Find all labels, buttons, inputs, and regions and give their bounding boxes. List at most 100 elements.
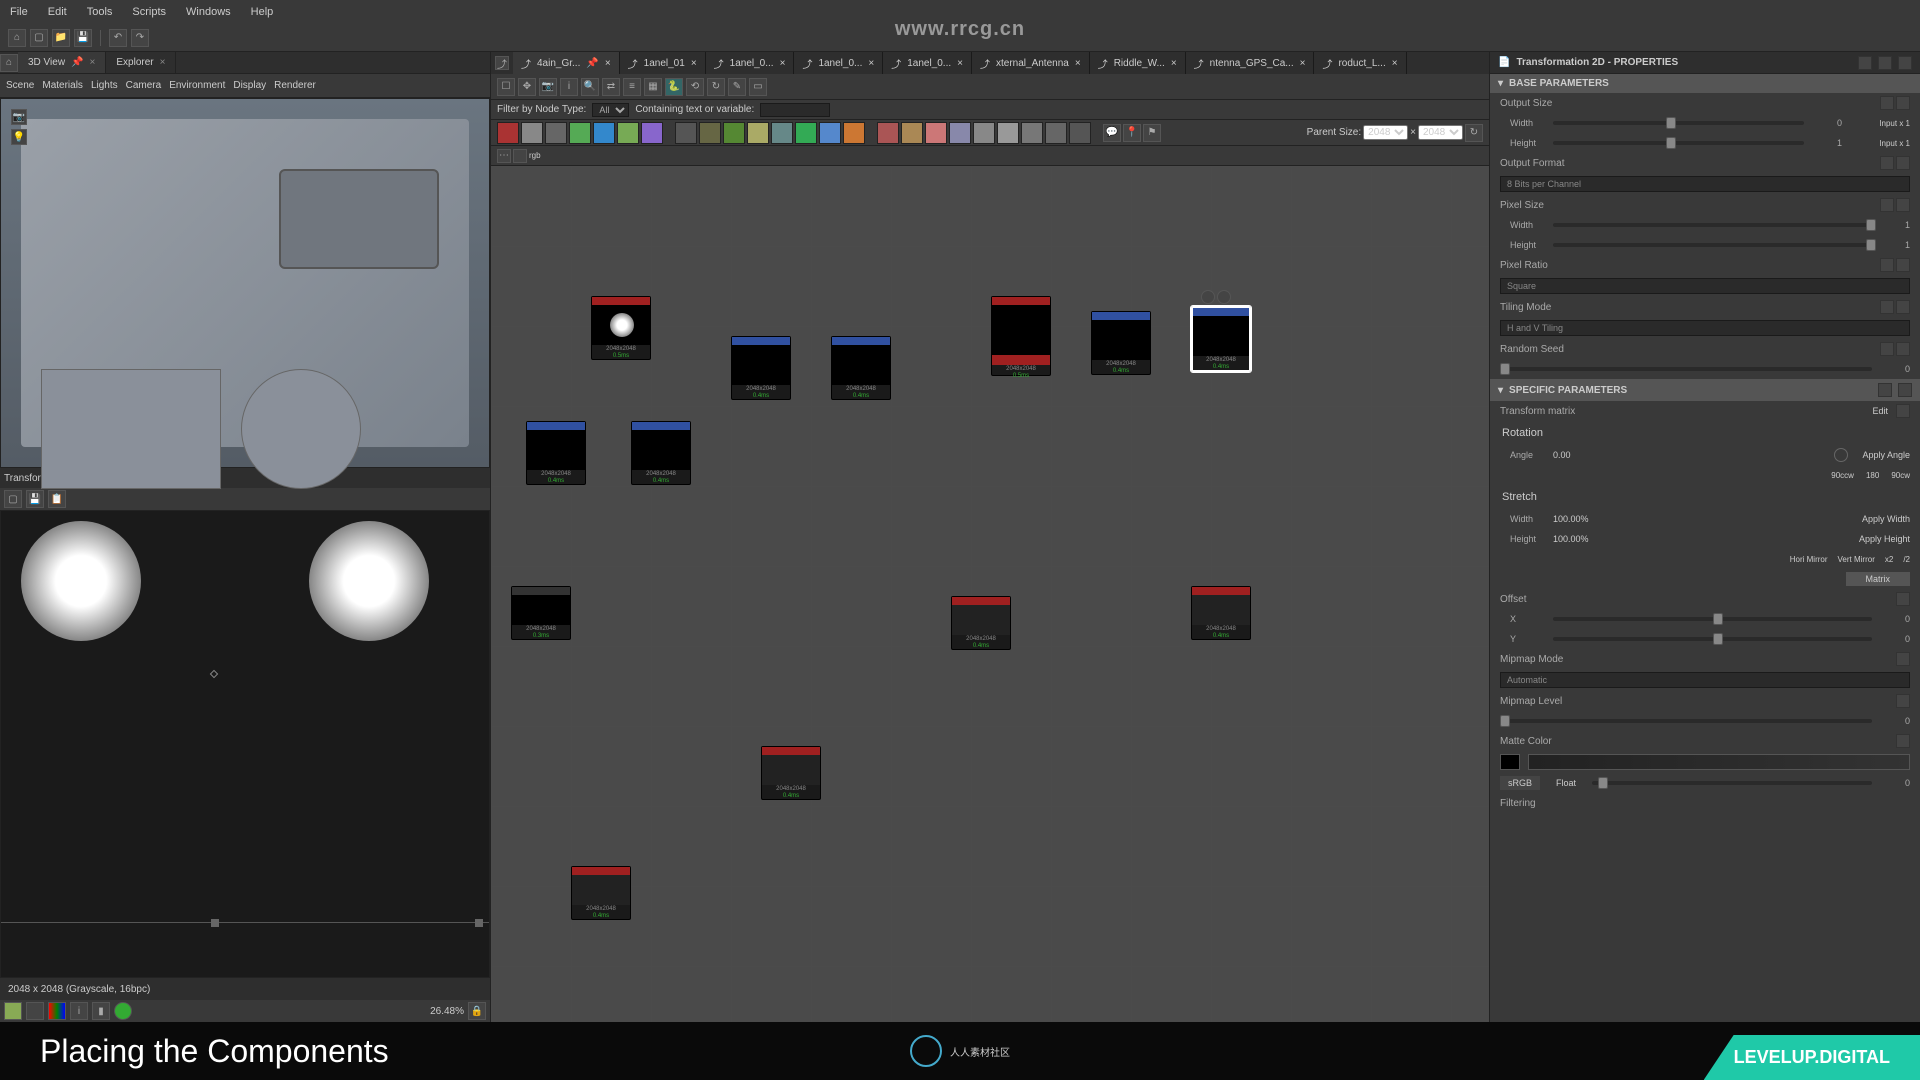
tab-3dview[interactable]: 3D View📌× <box>18 52 106 73</box>
python-icon[interactable]: 🐍 <box>665 78 683 96</box>
palette-btn[interactable] <box>877 122 899 144</box>
edit-link[interactable]: Edit <box>1872 406 1888 416</box>
graph-tab-5[interactable]: ⤴xternal_Antenna× <box>972 52 1090 74</box>
copy-icon[interactable] <box>1878 383 1892 397</box>
link-icon[interactable] <box>1880 96 1894 110</box>
channels-icon[interactable] <box>48 1002 66 1020</box>
btn-d2[interactable]: /2 <box>1903 555 1910 564</box>
info-icon[interactable]: i <box>560 78 578 96</box>
section-specific[interactable]: ▾SPECIFIC PARAMETERS <box>1490 379 1920 401</box>
height-slider[interactable] <box>1553 141 1804 145</box>
btn-vert-mirror[interactable]: Vert Mirror <box>1838 555 1875 564</box>
view-camera[interactable]: Camera <box>126 80 162 91</box>
format-dropdown[interactable]: 8 Bits per Channel <box>1500 176 1910 192</box>
apply-height-button[interactable]: Apply Height <box>1859 534 1910 544</box>
node-shape[interactable]: 2048x20480.5ms <box>591 296 651 360</box>
palette-btn[interactable] <box>973 122 995 144</box>
node-blend[interactable]: 2048x20480.3ms <box>511 586 571 640</box>
node-material[interactable]: 2048x20480.5ms <box>991 296 1051 376</box>
viewport-2d[interactable] <box>0 510 490 978</box>
palette-btn[interactable] <box>675 122 697 144</box>
graph-tab-1[interactable]: ⤴1anel_01× <box>620 52 706 74</box>
link-icon[interactable] <box>1880 156 1894 170</box>
open-icon[interactable]: 📁 <box>52 29 70 47</box>
apply-width-button[interactable]: Apply Width <box>1862 514 1910 524</box>
share-icon[interactable]: ⤴ <box>495 56 509 70</box>
graph-tab-7[interactable]: ⤴ntenna_GPS_Ca...× <box>1186 52 1315 74</box>
width-slider[interactable] <box>1553 121 1804 125</box>
close-icon[interactable]: × <box>1300 58 1306 69</box>
refresh-icon[interactable]: ↻ <box>707 78 725 96</box>
reset-icon[interactable] <box>1896 694 1910 708</box>
save-icon[interactable]: 💾 <box>74 29 92 47</box>
node-transform[interactable]: 2048x20480.4ms <box>631 421 691 485</box>
palette-btn[interactable] <box>997 122 1019 144</box>
offset-x-slider[interactable] <box>1553 617 1872 621</box>
zoom-icon[interactable]: 🔍 <box>581 78 599 96</box>
parent-size-select-2[interactable]: 2048 <box>1418 125 1463 140</box>
grid-snap-icon[interactable]: ▦ <box>644 78 662 96</box>
palette-btn[interactable] <box>593 122 615 144</box>
menu-edit[interactable]: Edit <box>48 6 67 18</box>
node-heightblend[interactable]: 2048x20480.4ms <box>1191 586 1251 640</box>
close-icon[interactable]: × <box>1171 58 1177 69</box>
redo-icon[interactable]: ↷ <box>131 29 149 47</box>
close-icon[interactable]: × <box>868 58 874 69</box>
link-icon[interactable] <box>1880 300 1894 314</box>
move-icon[interactable]: ✥ <box>518 78 536 96</box>
mini-icon[interactable] <box>513 149 527 163</box>
palette-btn[interactable] <box>819 122 841 144</box>
new-icon[interactable]: ▢ <box>30 29 48 47</box>
palette-btn[interactable] <box>1021 122 1043 144</box>
palette-btn[interactable] <box>641 122 663 144</box>
reset-icon[interactable] <box>1896 734 1910 748</box>
view-scene[interactable]: Scene <box>6 80 34 91</box>
link2-icon[interactable]: ⟲ <box>686 78 704 96</box>
link-icon[interactable] <box>1880 198 1894 212</box>
palette-btn[interactable] <box>521 122 543 144</box>
parent-size-select[interactable]: 2048 <box>1363 125 1408 140</box>
link-icon[interactable] <box>1880 342 1894 356</box>
grid-icon[interactable] <box>26 1002 44 1020</box>
lock-icon[interactable]: 🔒 <box>468 1002 486 1020</box>
palette-btn[interactable] <box>545 122 567 144</box>
graph-canvas[interactable]: 2048x20480.5ms 2048x20480.4ms 2048x20480… <box>491 166 1489 1022</box>
node-transform[interactable]: 2048x20480.4ms <box>1091 311 1151 375</box>
link-icon[interactable] <box>1880 258 1894 272</box>
mipmap-dropdown[interactable]: Automatic <box>1500 672 1910 688</box>
reset-icon[interactable] <box>1896 342 1910 356</box>
graph-tab-main[interactable]: ⤴4ain_Gr...📌× <box>513 52 620 74</box>
frame-icon[interactable]: ▭ <box>749 78 767 96</box>
btn-90cw[interactable]: 90cw <box>1891 471 1910 480</box>
palette-btn[interactable] <box>949 122 971 144</box>
close-icon[interactable]: × <box>605 58 611 69</box>
matrix-button[interactable]: Matrix <box>1846 572 1911 586</box>
graph-tab-8[interactable]: ⤴roduct_L...× <box>1314 52 1406 74</box>
dots-icon[interactable]: ⋯ <box>497 149 511 163</box>
close-icon[interactable]: × <box>160 57 166 68</box>
comment-icon[interactable]: 💬 <box>1103 124 1121 142</box>
palette-btn[interactable] <box>843 122 865 144</box>
angle-dial[interactable] <box>1834 448 1848 462</box>
node-transform[interactable]: 2048x20480.4ms <box>831 336 891 400</box>
graph-tab-2[interactable]: ⤴1anel_0...× <box>706 52 795 74</box>
graph-tab-6[interactable]: ⤴Riddle_W...× <box>1090 52 1186 74</box>
filter-type-select[interactable]: All <box>592 103 629 117</box>
view-renderer[interactable]: Renderer <box>274 80 316 91</box>
close-icon[interactable]: × <box>780 58 786 69</box>
align-icon[interactable]: ≡ <box>623 78 641 96</box>
reset-icon[interactable] <box>1896 198 1910 212</box>
close-icon[interactable]: × <box>691 58 697 69</box>
home-small-icon[interactable]: ⌂ <box>0 54 18 72</box>
node-transform[interactable]: 2048x20480.4ms <box>526 421 586 485</box>
save-preview-icon[interactable]: 💾 <box>26 490 44 508</box>
close-icon[interactable]: × <box>1075 58 1081 69</box>
palette-btn[interactable] <box>795 122 817 144</box>
view-environment[interactable]: Environment <box>169 80 225 91</box>
pin-icon[interactable] <box>1858 56 1872 70</box>
close-icon[interactable]: × <box>957 58 963 69</box>
node-heightblend[interactable]: 2048x20480.4ms <box>951 596 1011 650</box>
maximize-icon[interactable] <box>1878 56 1892 70</box>
node-transform[interactable]: 2048x20480.4ms <box>731 336 791 400</box>
btn-x2[interactable]: x2 <box>1885 555 1893 564</box>
